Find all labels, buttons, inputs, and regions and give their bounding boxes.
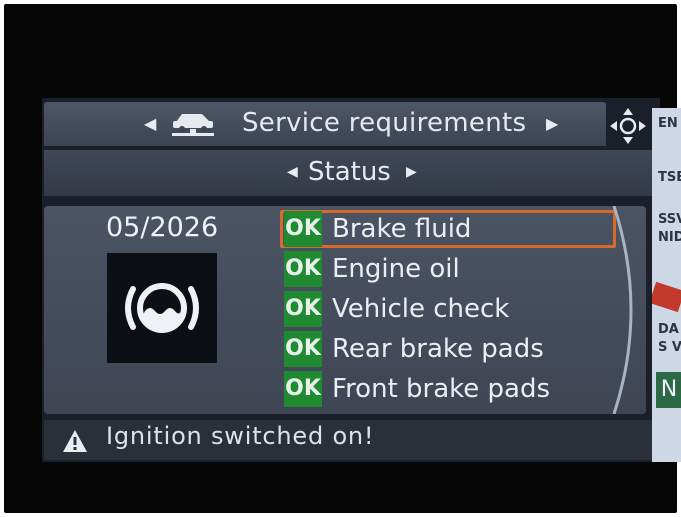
map-label: TSE [658, 170, 681, 185]
ok-status-badge: OK [284, 331, 322, 367]
service-list-panel: 05/2026 OK Brake fluid OK Engine oil OK [44, 206, 646, 414]
service-item-rear-brake-pads[interactable]: OK Rear brake pads [280, 330, 616, 368]
ok-status-badge: OK [284, 371, 322, 407]
status-right-arrow-icon[interactable]: ▶ [406, 164, 417, 180]
submenu-title: Status [308, 157, 391, 187]
menu-title-bar[interactable]: ◀ Service requirements ▶ [44, 102, 606, 146]
map-preview[interactable]: EN TSE SSV NID DA S V [652, 108, 681, 462]
warning-triangle-icon [63, 430, 87, 452]
service-item-front-brake-pads[interactable]: OK Front brake pads [280, 370, 616, 408]
title-left-arrow-icon[interactable]: ◀ [144, 114, 156, 133]
idrive-screen: ◀ Service requirements ▶ ◀ Status ▶ 05/2… [42, 98, 660, 462]
service-item-vehicle-check[interactable]: OK Vehicle check [280, 290, 616, 328]
ok-status-badge: OK [284, 211, 322, 247]
menu-title: Service requirements [242, 108, 527, 138]
scroll-arc[interactable] [610, 206, 650, 414]
navigation-controller-icon[interactable] [608, 106, 648, 146]
service-item-label: Front brake pads [332, 374, 551, 404]
due-date: 05/2026 [106, 212, 219, 243]
map-road [652, 281, 681, 313]
service-item-label: Brake fluid [332, 214, 472, 244]
status-left-arrow-icon[interactable]: ◀ [287, 164, 298, 180]
brake-fluid-icon [125, 283, 199, 333]
display-bezel: ◀ Service requirements ▶ ◀ Status ▶ 05/2… [4, 4, 681, 513]
service-item-label: Vehicle check [332, 294, 510, 324]
ok-status-badge: OK [284, 291, 322, 327]
brake-fluid-icon-tile [107, 253, 217, 363]
car-lift-icon [172, 114, 214, 136]
service-item-brake-fluid[interactable]: OK Brake fluid [280, 210, 616, 248]
warning-message: Ignition switched on! [106, 422, 375, 450]
status-message-bar: Ignition switched on! [44, 420, 656, 460]
service-item-label: Engine oil [332, 254, 460, 284]
map-label: NID [658, 230, 681, 245]
service-item-label: Rear brake pads [332, 334, 544, 364]
map-label: S V [658, 340, 681, 355]
title-right-arrow-icon[interactable]: ▶ [546, 114, 558, 133]
map-label: DA [658, 322, 679, 337]
service-item-engine-oil[interactable]: OK Engine oil [280, 250, 616, 288]
submenu-bar[interactable]: ◀ Status ▶ [44, 150, 654, 196]
ok-status-badge: OK [284, 251, 322, 287]
map-label: SSV [658, 212, 681, 227]
map-button[interactable]: N [656, 372, 681, 408]
map-label: EN [658, 116, 678, 131]
